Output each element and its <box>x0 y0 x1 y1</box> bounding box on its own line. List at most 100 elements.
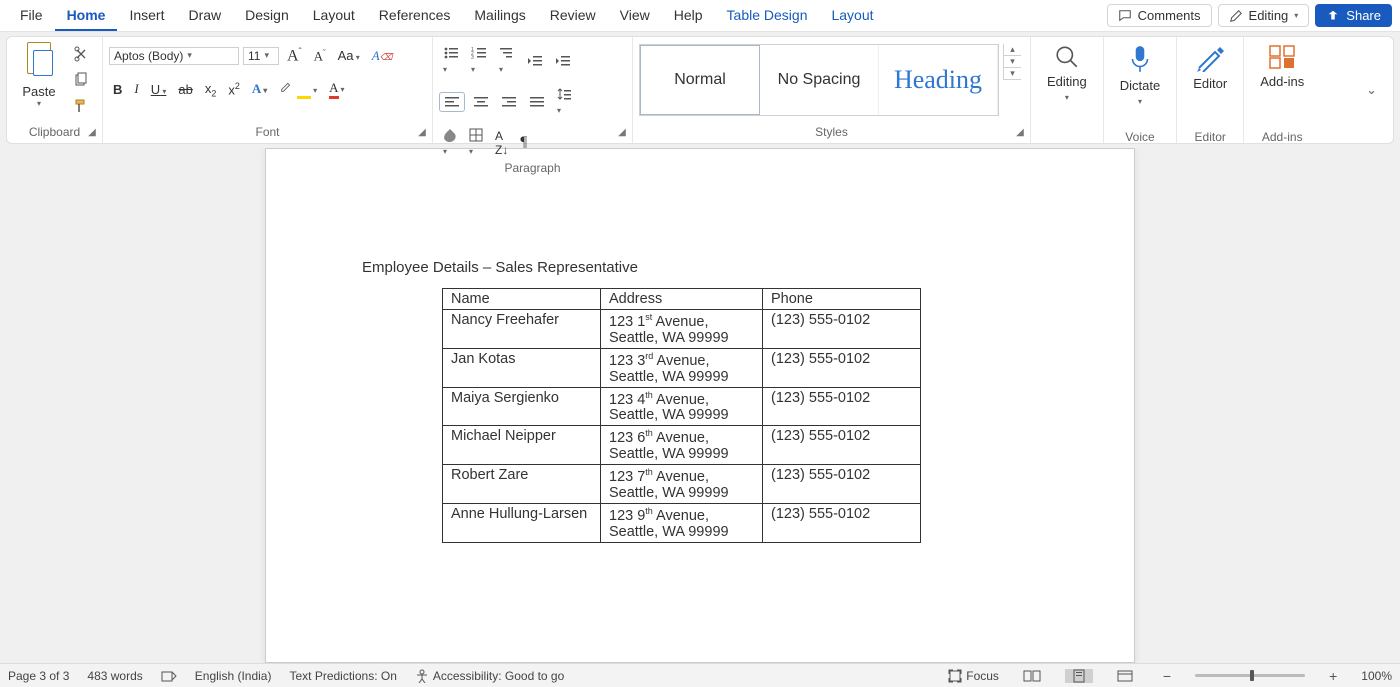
tab-layout[interactable]: Layout <box>819 1 885 31</box>
font-color-button[interactable]: A ▾ <box>325 78 348 101</box>
numbering-button[interactable]: 123▾ <box>467 44 491 77</box>
zoom-out-button[interactable]: − <box>1157 668 1177 684</box>
style-heading1[interactable]: Heading <box>879 45 998 115</box>
tab-file[interactable]: File <box>8 1 55 31</box>
document-canvas[interactable]: Employee Details – Sales Representative … <box>0 148 1400 663</box>
table-row[interactable]: Anne Hullung-Larsen123 9th Avenue,Seattl… <box>443 504 921 543</box>
tab-home[interactable]: Home <box>55 1 118 31</box>
align-center-button[interactable] <box>469 93 493 111</box>
name-cell[interactable]: Robert Zare <box>443 465 601 504</box>
comments-button[interactable]: Comments <box>1107 4 1212 27</box>
phone-cell[interactable]: (123) 555-0102 <box>763 387 921 426</box>
table-row[interactable]: Robert Zare123 7th Avenue,Seattle, WA 99… <box>443 465 921 504</box>
page-indicator[interactable]: Page 3 of 3 <box>8 669 69 683</box>
collapse-ribbon-button[interactable]: ⌄ <box>1362 80 1381 100</box>
table-row[interactable]: Nancy Freehafer123 1st Avenue,Seattle, W… <box>443 310 921 349</box>
doc-heading[interactable]: Employee Details – Sales Representative <box>362 259 1038 276</box>
copy-button[interactable] <box>69 70 93 90</box>
style-no-spacing[interactable]: No Spacing <box>760 45 879 115</box>
share-button[interactable]: Share <box>1315 4 1392 27</box>
underline-button[interactable]: U ▾ <box>147 80 171 99</box>
editor-button[interactable]: Editor <box>1183 40 1237 128</box>
phone-cell[interactable]: (123) 555-0102 <box>763 310 921 349</box>
table-header-cell[interactable]: Address <box>601 289 763 310</box>
tab-insert[interactable]: Insert <box>117 1 176 31</box>
address-cell[interactable]: 123 9th Avenue,Seattle, WA 99999 <box>601 504 763 543</box>
format-painter-button[interactable] <box>69 96 93 116</box>
text-predictions[interactable]: Text Predictions: On <box>289 669 396 683</box>
bullets-button[interactable]: ▾ <box>439 44 463 77</box>
superscript-button[interactable]: x2 <box>224 79 244 99</box>
word-count[interactable]: 483 words <box>87 669 142 683</box>
name-cell[interactable]: Jan Kotas <box>443 348 601 387</box>
font-launcher[interactable]: ◢ <box>416 127 428 139</box>
dictate-button[interactable]: Dictate ▾ <box>1110 40 1170 128</box>
read-mode-button[interactable] <box>1017 669 1047 683</box>
focus-mode-button[interactable]: Focus <box>948 669 999 683</box>
tab-view[interactable]: View <box>608 1 662 31</box>
sort-button[interactable]: AZ↓ <box>491 127 512 159</box>
phone-cell[interactable]: (123) 555-0102 <box>763 504 921 543</box>
justify-button[interactable] <box>525 93 549 111</box>
show-marks-button[interactable]: ¶ <box>516 132 531 153</box>
tab-review[interactable]: Review <box>538 1 608 31</box>
style-normal[interactable]: Normal <box>640 45 760 115</box>
zoom-thumb[interactable] <box>1250 670 1254 681</box>
styles-scroll-down[interactable]: ▾ <box>1003 56 1021 68</box>
address-cell[interactable]: 123 6th Avenue,Seattle, WA 99999 <box>601 426 763 465</box>
highlight-button[interactable]: ▾ <box>275 77 321 101</box>
tab-references[interactable]: References <box>367 1 463 31</box>
multilevel-button[interactable]: ▾ <box>495 44 519 77</box>
table-header-cell[interactable]: Name <box>443 289 601 310</box>
cut-button[interactable] <box>69 44 93 64</box>
shading-button[interactable]: ▾ <box>439 126 461 159</box>
styles-expand[interactable]: ▾ <box>1003 68 1021 80</box>
tab-design[interactable]: Design <box>233 1 301 31</box>
grow-font-button[interactable]: Aˆ <box>283 44 306 67</box>
table-row[interactable]: Maiya Sergienko123 4th Avenue,Seattle, W… <box>443 387 921 426</box>
language-indicator[interactable]: English (India) <box>195 669 272 683</box>
zoom-in-button[interactable]: + <box>1323 668 1343 684</box>
tab-draw[interactable]: Draw <box>176 1 233 31</box>
addins-button[interactable]: Add-ins <box>1250 40 1314 128</box>
phone-cell[interactable]: (123) 555-0102 <box>763 348 921 387</box>
tab-layout[interactable]: Layout <box>301 1 367 31</box>
zoom-slider[interactable] <box>1195 674 1305 677</box>
table-header-cell[interactable]: Phone <box>763 289 921 310</box>
strikethrough-button[interactable]: ab <box>174 80 196 99</box>
bold-button[interactable]: B <box>109 80 126 99</box>
print-layout-button[interactable] <box>1065 669 1093 683</box>
align-right-button[interactable] <box>497 93 521 111</box>
font-size-combo[interactable]: 11 ▾ <box>243 47 279 65</box>
phone-cell[interactable]: (123) 555-0102 <box>763 465 921 504</box>
address-cell[interactable]: 123 4th Avenue,Seattle, WA 99999 <box>601 387 763 426</box>
name-cell[interactable]: Nancy Freehafer <box>443 310 601 349</box>
tab-table-design[interactable]: Table Design <box>715 1 820 31</box>
spellcheck-icon[interactable] <box>161 669 177 683</box>
italic-button[interactable]: I <box>130 79 142 99</box>
tab-help[interactable]: Help <box>662 1 715 31</box>
zoom-level[interactable]: 100% <box>1361 669 1392 683</box>
accessibility-status[interactable]: Accessibility: Good to go <box>415 669 564 683</box>
phone-cell[interactable]: (123) 555-0102 <box>763 426 921 465</box>
borders-button[interactable]: ▾ <box>465 126 487 159</box>
paragraph-launcher[interactable]: ◢ <box>616 127 628 139</box>
table-row[interactable]: Jan Kotas123 3rd Avenue,Seattle, WA 9999… <box>443 348 921 387</box>
address-cell[interactable]: 123 3rd Avenue,Seattle, WA 99999 <box>601 348 763 387</box>
web-layout-button[interactable] <box>1111 669 1139 683</box>
table-row[interactable]: Michael Neipper123 6th Avenue,Seattle, W… <box>443 426 921 465</box>
decrease-indent-button[interactable] <box>523 52 547 70</box>
clipboard-launcher[interactable]: ◢ <box>86 127 98 139</box>
subscript-button[interactable]: x2 <box>201 79 221 101</box>
employee-table[interactable]: NameAddressPhoneNancy Freehafer123 1st A… <box>442 288 921 543</box>
shrink-font-button[interactable]: Aˇ <box>310 46 330 66</box>
editing-mode-button[interactable]: Editing ▾ <box>1218 4 1310 27</box>
table-header-row[interactable]: NameAddressPhone <box>443 289 921 310</box>
increase-indent-button[interactable] <box>551 52 575 70</box>
line-spacing-button[interactable]: ▾ <box>553 85 577 118</box>
styles-scroll-up[interactable]: ▴ <box>1003 44 1021 56</box>
address-cell[interactable]: 123 1st Avenue,Seattle, WA 99999 <box>601 310 763 349</box>
paste-button[interactable]: Paste ▾ <box>13 40 65 110</box>
tab-mailings[interactable]: Mailings <box>462 1 537 31</box>
name-cell[interactable]: Anne Hullung-Larsen <box>443 504 601 543</box>
